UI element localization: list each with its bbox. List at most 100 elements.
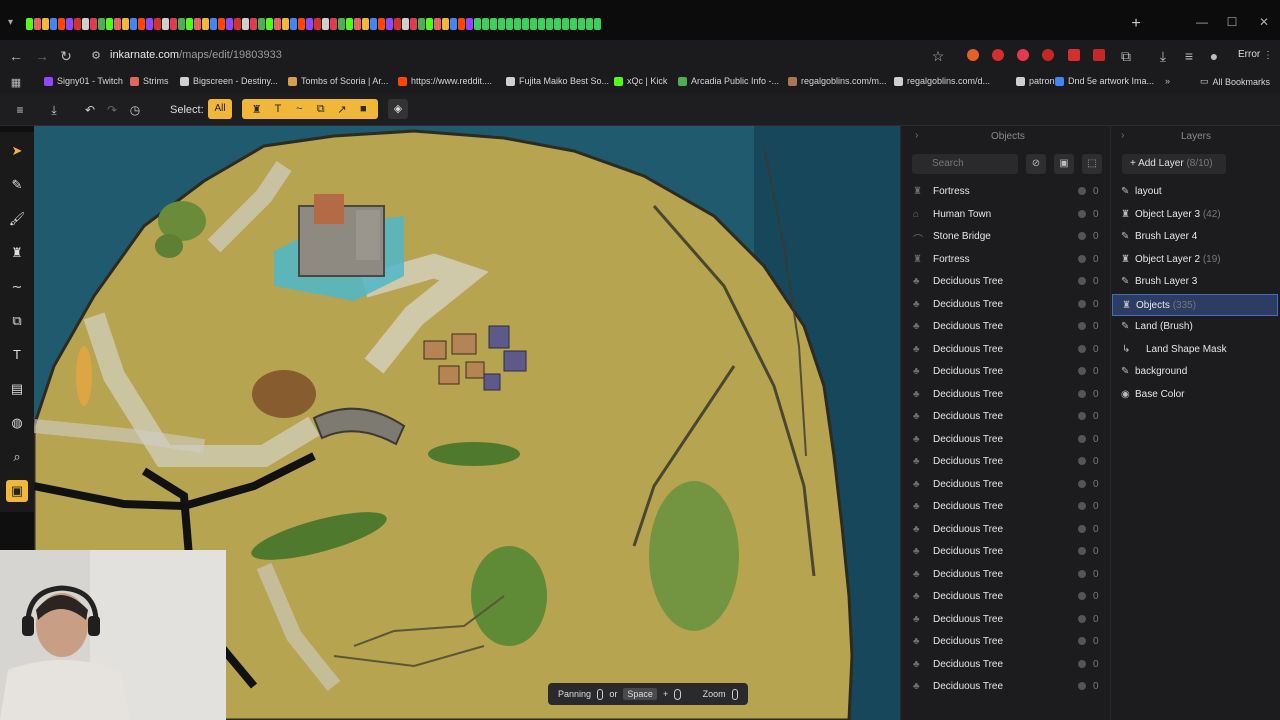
tab-favicon[interactable]: [106, 18, 113, 30]
object-row[interactable]: ⌂ Human Town 0: [910, 204, 1106, 226]
visibility-dot-icon[interactable]: [1078, 614, 1086, 623]
add-layer-button[interactable]: + Add Layer (8/10): [1122, 154, 1226, 174]
object-row[interactable]: ♣ Deciduous Tree 0: [910, 406, 1106, 428]
object-row[interactable]: ♣ Deciduous Tree 0: [910, 294, 1106, 316]
visibility-dot-icon[interactable]: [1078, 322, 1086, 330]
tab-favicon[interactable]: [90, 18, 97, 30]
object-row[interactable]: ♣ Deciduous Tree 0: [910, 519, 1106, 541]
layer-row[interactable]: ♜ Object Layer 3 (42): [1112, 204, 1278, 226]
tab-favicon[interactable]: [314, 18, 321, 30]
select-tool-icon[interactable]: ➤: [6, 140, 28, 162]
eraser-tool-icon[interactable]: ✎: [6, 174, 28, 196]
tab-favicon[interactable]: [498, 18, 505, 30]
tab-favicon[interactable]: [386, 18, 393, 30]
menu-icon[interactable]: ⋮: [1260, 48, 1276, 64]
layer-row[interactable]: ✎ Brush Layer 3: [1112, 271, 1278, 293]
object-row[interactable]: ♣ Deciduous Tree 0: [910, 316, 1106, 338]
select-path-icon[interactable]: ~: [292, 103, 306, 115]
tab-favicon[interactable]: [26, 18, 33, 30]
tab-favicon[interactable]: [258, 18, 265, 30]
select-all-objects-icon[interactable]: ⬚: [1082, 154, 1102, 174]
tab-favicon[interactable]: [274, 18, 281, 30]
youtube-extension-icon[interactable]: [1068, 49, 1080, 61]
tab-favicon[interactable]: [42, 18, 49, 30]
tab-favicon[interactable]: [298, 18, 305, 30]
tab-favicon[interactable]: [114, 18, 121, 30]
tab-favicon[interactable]: [82, 18, 89, 30]
tab-favicon[interactable]: [490, 18, 497, 30]
forward-icon[interactable]: →: [34, 48, 50, 64]
tab-favicon[interactable]: [514, 18, 521, 30]
visibility-dot-icon[interactable]: [1078, 547, 1086, 555]
star-icon[interactable]: ☆: [930, 48, 946, 64]
tab-favicon[interactable]: [330, 18, 337, 30]
select-objects-icon[interactable]: ♜: [250, 103, 264, 116]
back-icon[interactable]: ←: [8, 48, 24, 64]
visibility-dot-icon[interactable]: [1078, 367, 1086, 375]
tab-favicon[interactable]: [74, 18, 81, 30]
tab-favicon[interactable]: [466, 18, 473, 30]
object-row[interactable]: ♜ Fortress 0: [910, 181, 1106, 203]
site-info-icon[interactable]: ⚙: [88, 48, 104, 64]
save-tool-icon[interactable]: ▣: [6, 480, 28, 502]
layer-row[interactable]: ♜ Object Layer 2 (19): [1112, 249, 1278, 271]
bookmark-item[interactable]: Tombs of Scoria | Ar...: [288, 76, 388, 86]
visibility-dot-icon[interactable]: [1078, 682, 1086, 690]
tab-favicon[interactable]: [282, 18, 289, 30]
tab-favicon[interactable]: [586, 18, 593, 30]
tab-favicon[interactable]: [530, 18, 537, 30]
object-row[interactable]: ♣ Deciduous Tree 0: [910, 654, 1106, 676]
all-bookmarks[interactable]: ▭ All Bookmarks: [1200, 76, 1270, 87]
tab-favicon[interactable]: [250, 18, 257, 30]
brush-tool-icon[interactable]: 🖌: [6, 208, 28, 230]
reload-icon[interactable]: ↻: [58, 48, 74, 64]
extension-icon[interactable]: [992, 49, 1004, 61]
object-row[interactable]: ♣ Deciduous Tree 0: [910, 541, 1106, 563]
select-text-icon[interactable]: T: [271, 103, 285, 115]
path-tool-icon[interactable]: ∼: [6, 276, 28, 298]
visibility-dot-icon[interactable]: [1078, 232, 1086, 240]
visibility-dot-icon[interactable]: [1078, 502, 1086, 510]
tab-favicon[interactable]: [154, 18, 161, 30]
visibility-dot-icon[interactable]: [1078, 277, 1086, 285]
tab-favicon[interactable]: [218, 18, 225, 30]
tab-favicon[interactable]: [138, 18, 145, 30]
tab-favicon[interactable]: [266, 18, 273, 30]
collapse-layers-icon[interactable]: ›: [1121, 130, 1124, 141]
bookmark-item[interactable]: xQc | Kick: [614, 76, 667, 86]
object-row[interactable]: ♣ Deciduous Tree 0: [910, 339, 1106, 361]
tab-favicon[interactable]: [34, 18, 41, 30]
visibility-dot-icon[interactable]: [1078, 299, 1086, 308]
profile-icon[interactable]: ●: [1206, 48, 1222, 64]
tab-favicon[interactable]: [162, 18, 169, 30]
tab-favicon[interactable]: [226, 18, 233, 30]
extension-icon[interactable]: [1017, 49, 1029, 61]
apps-icon[interactable]: ▦: [8, 75, 24, 91]
tab-favicon[interactable]: [474, 18, 481, 30]
tab-favicon[interactable]: [58, 18, 65, 30]
bookmark-item[interactable]: patron: [1016, 76, 1055, 86]
puzzle-icon[interactable]: ⧉: [1118, 48, 1134, 64]
object-tool-icon[interactable]: ♜: [6, 242, 28, 264]
close-icon[interactable]: ✕: [1254, 15, 1274, 31]
extension-icon[interactable]: [1093, 49, 1105, 61]
visibility-dot-icon[interactable]: [1078, 637, 1086, 645]
tab-favicon[interactable]: [506, 18, 513, 30]
tab-favicon[interactable]: [394, 18, 401, 30]
visibility-dot-icon[interactable]: [1078, 254, 1086, 263]
object-search-input[interactable]: Search: [912, 154, 1018, 174]
tab-favicon[interactable]: [594, 18, 601, 30]
tab-favicon[interactable]: [170, 18, 177, 30]
tab-favicon[interactable]: [450, 18, 457, 30]
tab-favicon[interactable]: [482, 18, 489, 30]
tab-favicon[interactable]: [442, 18, 449, 30]
visibility-dot-icon[interactable]: [1078, 569, 1086, 578]
bookmarks-overflow-icon[interactable]: »: [1165, 76, 1170, 86]
layer-row[interactable]: ◉ Base Color: [1112, 384, 1278, 406]
tab-favicon[interactable]: [458, 18, 465, 30]
url-field[interactable]: inkarnate.com/maps/edit/19803933: [110, 49, 282, 61]
visibility-dot-icon[interactable]: [1078, 434, 1086, 443]
tab-favicon[interactable]: [306, 18, 313, 30]
bookmark-item[interactable]: regalgoblins.com/m...: [788, 76, 887, 86]
tab-search-icon[interactable]: ▾: [8, 17, 22, 31]
